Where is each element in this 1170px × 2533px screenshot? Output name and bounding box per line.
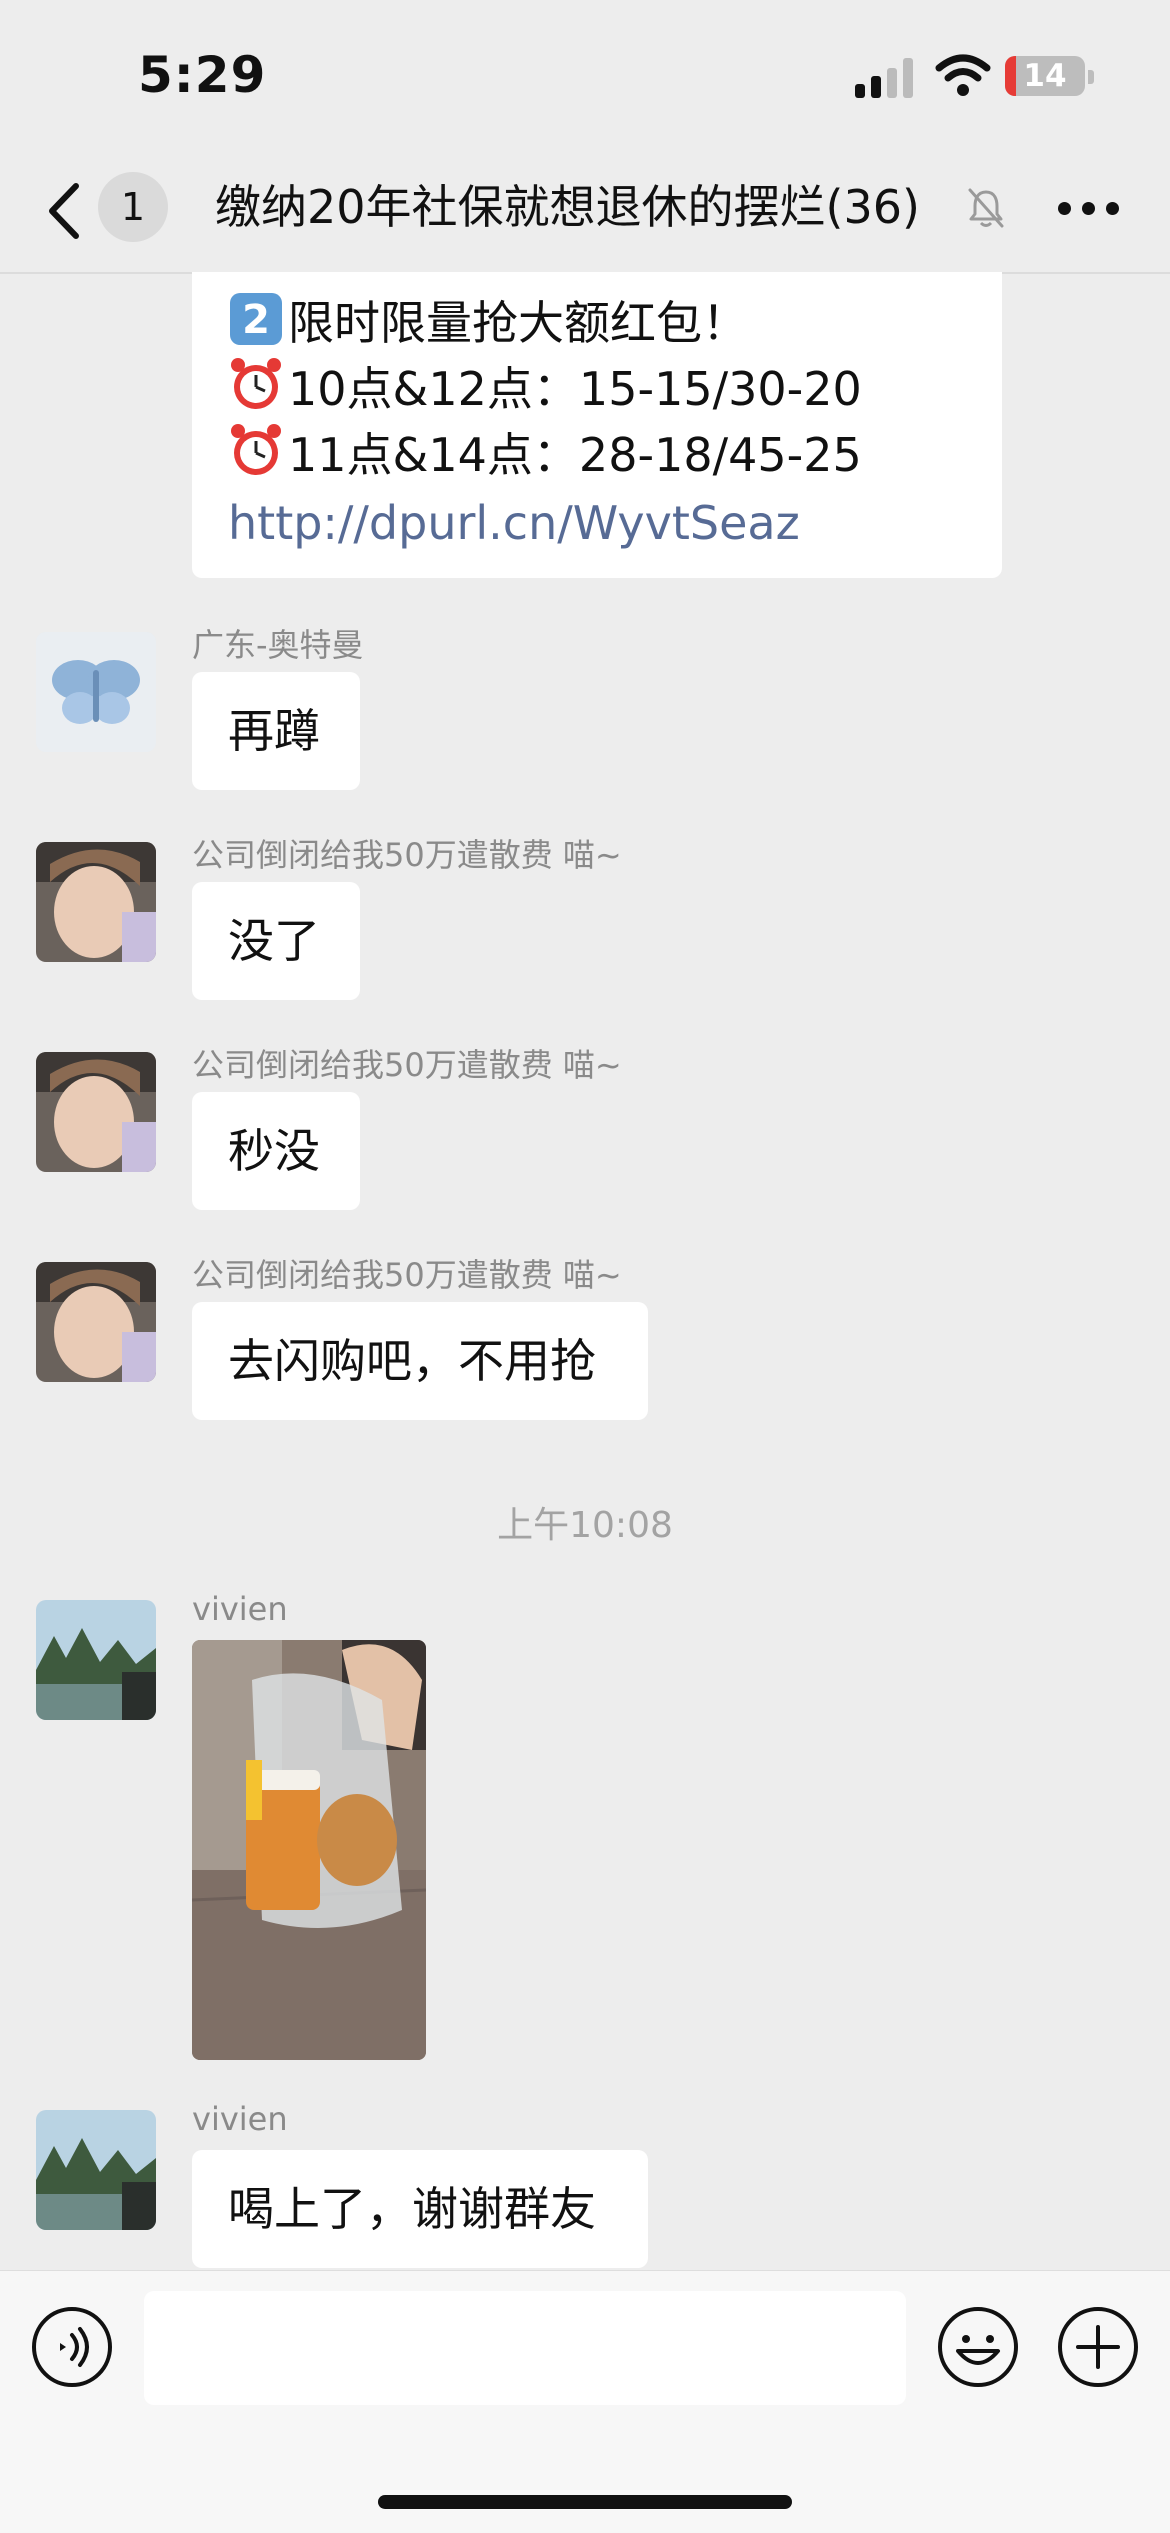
voice-input-icon[interactable] bbox=[30, 2305, 114, 2389]
message-text: 没了 bbox=[228, 914, 320, 968]
message-text: 去闪购吧，不用抢 bbox=[228, 1334, 596, 1388]
chat-header: 1 缴纳20年社保就想退休的摆烂(36) bbox=[0, 150, 1170, 274]
battery-icon: 14 bbox=[1005, 56, 1085, 96]
selfie-avatar[interactable] bbox=[36, 1262, 156, 1382]
landscape-avatar[interactable] bbox=[36, 2110, 156, 2230]
sender-name: vivien bbox=[192, 2100, 288, 2138]
promo-line-1-text: 限时限量抢大额红包！ bbox=[288, 296, 748, 350]
selfie-avatar[interactable] bbox=[36, 842, 156, 962]
sender-name: 公司倒闭给我50万遣散费 喵~ bbox=[192, 1256, 622, 1294]
group-name: 缴纳20年社保就想退休的摆烂 bbox=[215, 180, 826, 234]
home-indicator[interactable] bbox=[378, 2495, 792, 2509]
keycap-2-icon: 2 bbox=[230, 293, 282, 345]
bell-muted-icon bbox=[968, 188, 1004, 228]
svg-text:2: 2 bbox=[242, 297, 270, 343]
battery-tip bbox=[1088, 70, 1094, 84]
member-count: (36) bbox=[825, 180, 920, 234]
battery-level: 14 bbox=[1023, 58, 1067, 94]
unread-badge[interactable]: 1 bbox=[98, 172, 168, 242]
message-text: 喝上了，谢谢群友 bbox=[228, 2182, 596, 2236]
alarm-clock-icon bbox=[231, 424, 281, 475]
add-icon[interactable] bbox=[1056, 2305, 1140, 2389]
message-bubble[interactable]: 秒没 bbox=[192, 1092, 360, 1210]
sender-name: 广东-奥特曼 bbox=[192, 626, 364, 664]
status-bar: 5:29 14 bbox=[0, 0, 1170, 150]
wifi-icon bbox=[935, 54, 991, 96]
emoji-icon[interactable] bbox=[936, 2305, 1020, 2389]
photo-drink-in-plastic-bag[interactable] bbox=[192, 1640, 426, 2060]
cellular-signal-icon bbox=[855, 58, 917, 98]
message-text: 秒没 bbox=[228, 1124, 320, 1178]
status-time: 5:29 bbox=[138, 46, 267, 104]
chat-title[interactable]: 缴纳20年社保就想退休的摆烂(36) bbox=[215, 176, 960, 238]
selfie-avatar[interactable] bbox=[36, 1052, 156, 1172]
message-input[interactable] bbox=[144, 2291, 906, 2405]
butterfly-avatar[interactable] bbox=[36, 632, 156, 752]
message-bubble[interactable]: 喝上了，谢谢群友 bbox=[192, 2150, 648, 2268]
sender-name: 公司倒闭给我50万遣散费 喵~ bbox=[192, 1046, 622, 1084]
message-bubble[interactable]: 去闪购吧，不用抢 bbox=[192, 1302, 648, 1420]
landscape-avatar[interactable] bbox=[36, 1600, 156, 1720]
sender-name: 公司倒闭给我50万遣散费 喵~ bbox=[192, 836, 622, 874]
timestamp: 上午10:08 bbox=[497, 1505, 673, 1546]
chevron-left-icon[interactable] bbox=[40, 180, 92, 242]
promo-line-2: 10点&12点：15-15/30-20 bbox=[228, 356, 862, 422]
promo-message-bubble[interactable]: 2 限时限量抢大额红包！ 10点&12点：15-15/30-20 11点&14点… bbox=[192, 272, 1002, 578]
promo-line-2-text: 10点&12点：15-15/30-20 bbox=[288, 362, 862, 416]
alarm-clock-icon bbox=[231, 358, 281, 409]
promo-link[interactable]: http://dpurl.cn/WyvtSeaz bbox=[228, 490, 800, 556]
message-bubble[interactable]: 没了 bbox=[192, 882, 360, 1000]
promo-line-1: 2 限时限量抢大额红包！ bbox=[228, 290, 748, 356]
message-text: 再蹲 bbox=[228, 704, 320, 758]
sender-name: vivien bbox=[192, 1590, 288, 1628]
promo-line-3: 11点&14点：28-18/45-25 bbox=[228, 422, 862, 488]
more-icon[interactable] bbox=[1058, 202, 1120, 216]
message-bubble[interactable]: 再蹲 bbox=[192, 672, 360, 790]
input-bar bbox=[0, 2270, 1170, 2533]
promo-line-3-text: 11点&14点：28-18/45-25 bbox=[288, 428, 862, 482]
